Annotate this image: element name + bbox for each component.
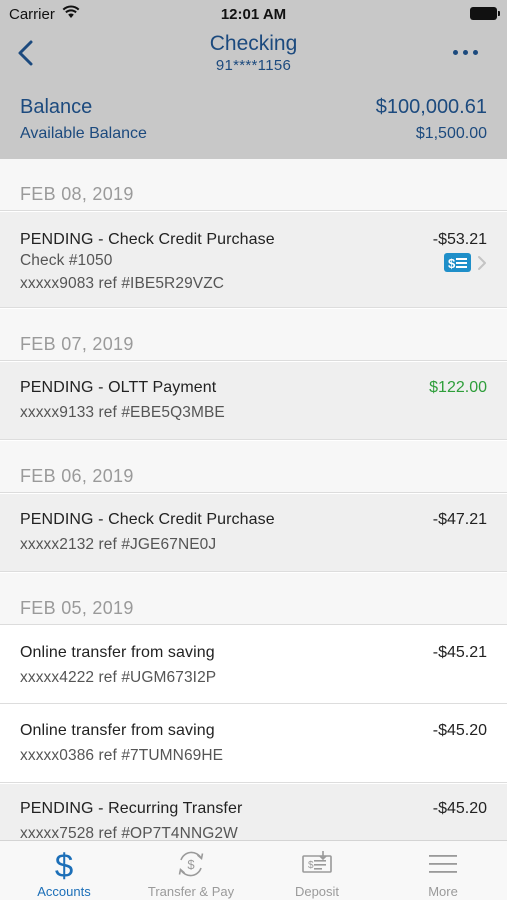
check-number: Check #1050 (20, 252, 113, 269)
transaction-title: PENDING - OLTT Payment (20, 379, 217, 396)
date-label: FEB 06, 2019 (20, 466, 134, 486)
transaction-ref: xxxxx4222 ref #UGM673I2P (20, 669, 217, 686)
dot-icon (453, 50, 458, 55)
transaction-row[interactable]: PENDING - OLTT Payment xxxxx9133 ref #EB… (0, 362, 507, 440)
transaction-ref: xxxxx9083 ref #IBE5R29VZC (20, 275, 225, 292)
check-deposit-icon: $ (302, 851, 332, 873)
hamburger-menu-icon (429, 855, 457, 873)
date-header: FEB 05, 2019 (0, 573, 507, 625)
balance-value: $100,000.61 (375, 96, 487, 118)
tab-label: Accounts (37, 884, 91, 899)
tab-label: Deposit (294, 884, 340, 899)
transaction-amount: $122.00 (429, 379, 487, 396)
transaction-amount: -$53.21 (432, 231, 487, 248)
date-header: FEB 07, 2019 (0, 309, 507, 361)
transaction-amount: -$45.20 (432, 800, 487, 817)
clock-time: 12:01 AM (220, 6, 287, 23)
transaction-title: PENDING - Recurring Transfer (20, 800, 243, 817)
transaction-title: PENDING - Check Credit Purchase (20, 231, 275, 248)
account-header: Carrier 12:01 AM Checking 91****1156 Bal… (0, 0, 507, 159)
transaction-row[interactable]: PENDING - Check Credit Purchase Check #1… (0, 212, 507, 308)
chevron-right-icon (478, 256, 486, 270)
date-header: FEB 06, 2019 (0, 441, 507, 493)
page-title: Checking (209, 32, 298, 55)
transaction-title: Online transfer from saving (20, 644, 215, 661)
transaction-ref: xxxxx0386 ref #7TUMN69HE (20, 747, 224, 764)
dot-icon (473, 50, 478, 55)
tab-bar: $ Accounts $ Transfer & Pay $ Deposit Mo… (0, 840, 507, 900)
transfer-cycle-icon: $ (178, 851, 204, 877)
battery-icon (470, 7, 500, 20)
transaction-row[interactable]: Online transfer from saving xxxxx0386 re… (0, 705, 507, 783)
tab-transfer-pay[interactable]: $ Transfer & Pay (128, 841, 254, 900)
balance-label: Balance (20, 96, 93, 118)
status-bar: Carrier 12:01 AM (0, 0, 507, 28)
transaction-ref: xxxxx2132 ref #JGE67NE0J (20, 536, 217, 553)
dot-icon (463, 50, 468, 55)
tab-label: Transfer & Pay (147, 884, 235, 899)
transaction-title: PENDING - Check Credit Purchase (20, 511, 275, 528)
date-label: FEB 05, 2019 (20, 598, 134, 618)
check-image-icon[interactable]: $ (444, 253, 471, 272)
svg-text:$: $ (187, 857, 195, 872)
transaction-title: Online transfer from saving (20, 722, 215, 739)
more-options-button[interactable] (453, 44, 479, 58)
tab-deposit[interactable]: $ Deposit (254, 841, 380, 900)
tab-label: More (428, 884, 458, 899)
transaction-ref: xxxxx9133 ref #EBE5Q3MBE (20, 404, 225, 421)
nav-bar: Checking 91****1156 (0, 28, 507, 84)
transaction-row[interactable]: PENDING - Check Credit Purchase xxxxx213… (0, 494, 507, 572)
date-label: FEB 08, 2019 (20, 184, 134, 204)
transaction-row[interactable]: Online transfer from saving xxxxx4222 re… (0, 626, 507, 704)
date-header: FEB 08, 2019 (0, 159, 507, 211)
account-number: 91****1156 (215, 57, 292, 74)
svg-text:$: $ (308, 860, 314, 871)
available-balance-value: $1,500.00 (415, 125, 487, 142)
tab-more[interactable]: More (380, 841, 506, 900)
svg-text:$: $ (55, 848, 73, 880)
available-balance-label: Available Balance (20, 125, 147, 142)
tab-accounts[interactable]: $ Accounts (1, 841, 127, 900)
date-label: FEB 07, 2019 (20, 334, 134, 354)
transaction-amount: -$45.20 (432, 722, 487, 739)
transaction-amount: -$45.21 (432, 644, 487, 661)
transaction-amount: -$47.21 (432, 511, 487, 528)
svg-text:$: $ (448, 256, 456, 271)
dollar-icon: $ (55, 848, 73, 880)
